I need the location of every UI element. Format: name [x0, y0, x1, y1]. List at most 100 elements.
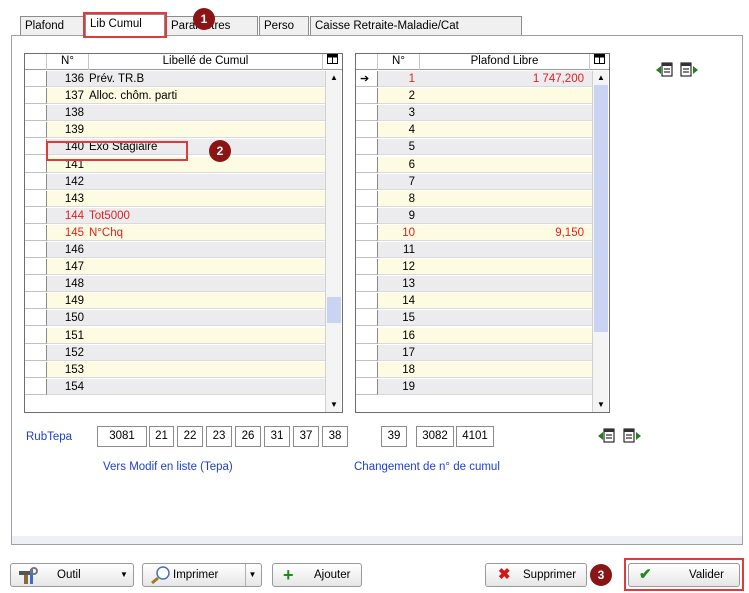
vers-modif-link[interactable]: Vers Modif en liste (Tepa) — [103, 461, 233, 473]
supprimer-button[interactable]: ✖ Supprimer — [485, 563, 587, 587]
table-row[interactable]: 151 — [25, 327, 325, 344]
row-selector[interactable] — [25, 173, 47, 190]
scroll-thumb[interactable] — [327, 297, 341, 323]
tab-perso[interactable]: Perso — [259, 16, 309, 36]
scroll-thumb[interactable] — [594, 85, 608, 332]
rubtepa-field[interactable]: 3081 — [97, 426, 147, 447]
row-selector[interactable] — [25, 310, 47, 327]
row-selector[interactable] — [356, 327, 378, 344]
row-selector[interactable] — [356, 156, 378, 173]
row-libelle[interactable] — [87, 293, 325, 309]
table-row[interactable]: 149 — [25, 293, 325, 310]
row-selector[interactable] — [356, 242, 378, 258]
row-libelle[interactable] — [87, 191, 325, 207]
row-plafond-value[interactable] — [418, 345, 590, 361]
row-selector[interactable]: ➔ — [356, 71, 378, 87]
left-scrollbar[interactable]: ▲ ▼ — [325, 71, 341, 412]
row-plafond-value[interactable] — [418, 310, 590, 326]
row-libelle[interactable] — [87, 122, 325, 138]
row-libelle[interactable]: N°Chq — [87, 225, 325, 241]
header-libelle[interactable]: Libellé de Cumul — [89, 54, 323, 70]
row-plafond-value[interactable] — [418, 276, 590, 292]
table-row[interactable]: 5 — [356, 139, 592, 156]
rubtepa-field[interactable]: 37 — [293, 426, 319, 447]
row-libelle[interactable] — [87, 345, 325, 361]
row-libelle[interactable] — [87, 276, 325, 292]
row-selector[interactable] — [356, 207, 378, 224]
table-row[interactable]: 14 — [356, 293, 592, 310]
changement-cumul-link[interactable]: Changement de n° de cumul — [354, 461, 500, 473]
row-selector[interactable] — [25, 293, 47, 310]
row-selector[interactable] — [356, 259, 378, 276]
row-selector[interactable] — [356, 310, 378, 327]
table-row[interactable]: 3 — [356, 105, 592, 122]
tab-caisse-retraite[interactable]: Caisse Retraite-Maladie/Cat — [310, 16, 522, 36]
rubtepa-field[interactable]: 4101 — [456, 426, 494, 447]
table-row[interactable]: 13 — [356, 276, 592, 293]
table-row[interactable]: 10 9,150 — [356, 224, 592, 241]
row-libelle[interactable] — [87, 379, 325, 395]
table-row[interactable]: 144 Tot5000 — [25, 207, 325, 224]
row-selector[interactable] — [25, 207, 47, 224]
row-selector[interactable] — [25, 276, 47, 293]
rubtepa-field[interactable]: 3082 — [416, 426, 454, 447]
export-icon[interactable] — [623, 428, 641, 444]
table-row[interactable]: 2 — [356, 88, 592, 105]
rubtepa-field[interactable]: 21 — [149, 426, 174, 447]
scroll-up-icon[interactable]: ▲ — [326, 71, 342, 85]
table-row[interactable]: 146 — [25, 242, 325, 258]
table-row[interactable]: 6 — [356, 156, 592, 173]
table-row[interactable]: 152 — [25, 344, 325, 361]
table-row[interactable]: 4 — [356, 122, 592, 139]
table-row[interactable]: 12 — [356, 259, 592, 276]
column-chooser-icon[interactable] — [323, 54, 342, 70]
row-plafond-value[interactable] — [418, 174, 590, 190]
row-selector[interactable] — [25, 105, 47, 122]
table-row[interactable]: 153 — [25, 361, 325, 378]
scroll-down-icon[interactable]: ▼ — [326, 398, 342, 412]
table-row[interactable]: 7 — [356, 173, 592, 190]
row-selector[interactable] — [25, 361, 47, 378]
rubtepa-field[interactable]: 39 — [381, 426, 407, 447]
table-row[interactable]: ➔ 1 1 747,200 — [356, 71, 592, 87]
rubtepa-field[interactable]: 38 — [322, 426, 348, 447]
table-row[interactable]: 143 — [25, 190, 325, 207]
rubtepa-field[interactable]: 31 — [264, 426, 290, 447]
row-selector[interactable] — [25, 122, 47, 139]
rubtepa-field[interactable]: 26 — [235, 426, 261, 447]
header-num[interactable]: N° — [47, 54, 89, 70]
row-plafond-value[interactable] — [418, 328, 590, 344]
table-row[interactable]: 150 — [25, 310, 325, 327]
import-icon[interactable] — [598, 428, 616, 444]
ajouter-button[interactable]: + Ajouter — [272, 563, 362, 587]
row-libelle[interactable] — [87, 174, 325, 190]
row-selector[interactable] — [356, 139, 378, 156]
row-selector[interactable] — [25, 139, 47, 156]
row-plafond-value[interactable] — [418, 259, 590, 275]
table-row[interactable]: 15 — [356, 310, 592, 327]
row-selector[interactable] — [356, 122, 378, 139]
row-plafond-value[interactable] — [418, 379, 590, 395]
row-libelle[interactable] — [87, 310, 325, 326]
row-selector[interactable] — [25, 242, 47, 258]
row-selector[interactable] — [25, 71, 47, 87]
table-row[interactable]: 9 — [356, 207, 592, 224]
table-row[interactable]: 147 — [25, 259, 325, 276]
table-row[interactable]: 19 — [356, 378, 592, 395]
row-plafond-value[interactable] — [418, 242, 590, 258]
lib-cumul-grid[interactable]: N° Libellé de Cumul 136 Prév. TR.B 137 Allo… — [24, 53, 343, 413]
row-selector[interactable] — [356, 190, 378, 207]
row-selector[interactable] — [356, 88, 378, 105]
row-libelle[interactable] — [87, 259, 325, 275]
rubtepa-field[interactable]: 22 — [177, 426, 203, 447]
scroll-down-icon[interactable]: ▼ — [593, 398, 609, 412]
row-libelle[interactable] — [87, 328, 325, 344]
row-selector[interactable] — [356, 361, 378, 378]
row-plafond-value[interactable] — [418, 191, 590, 207]
row-libelle[interactable]: Tot5000 — [87, 208, 325, 224]
outil-button[interactable]: Outil ▼ — [10, 563, 134, 587]
row-libelle[interactable]: Prév. TR.B — [87, 71, 325, 87]
row-libelle[interactable] — [87, 362, 325, 378]
table-row[interactable]: 139 — [25, 122, 325, 139]
right-scrollbar[interactable]: ▲ ▼ — [592, 71, 608, 412]
